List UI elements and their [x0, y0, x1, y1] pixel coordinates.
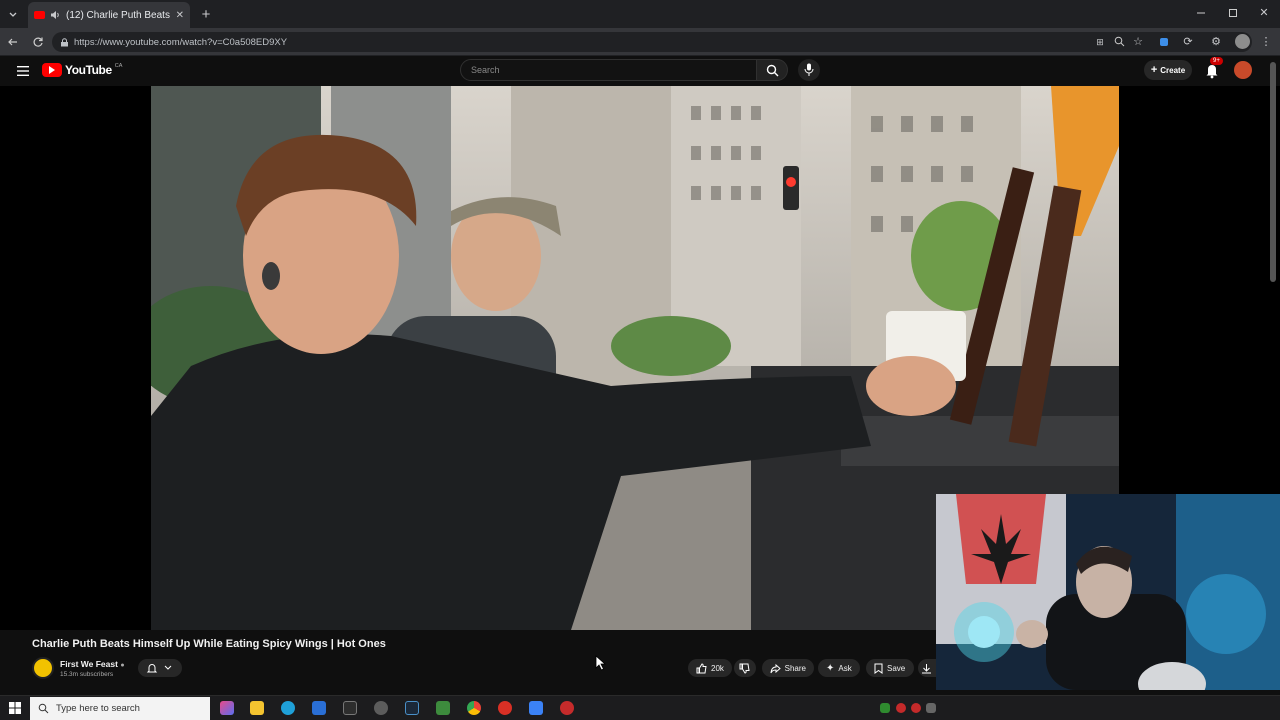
windows-taskbar: Type here to search	[0, 695, 1280, 720]
share-button[interactable]: Share	[762, 659, 814, 677]
save-label: Save	[887, 663, 906, 673]
verified-icon: ●	[120, 662, 125, 669]
back-icon[interactable]	[6, 35, 20, 49]
download-icon	[922, 663, 931, 673]
reload-icon[interactable]	[31, 35, 45, 49]
new-tab-icon[interactable]: +	[198, 6, 214, 23]
dislike-button[interactable]	[734, 659, 756, 677]
app-icon-blue[interactable]	[312, 701, 326, 715]
tab-title: (12) Charlie Puth Beats Himself	[66, 9, 171, 21]
settings-gear-icon[interactable]	[374, 701, 388, 715]
youtube-header: YouTube CA + Create 9+	[0, 56, 1280, 86]
country-code: CA	[114, 63, 123, 69]
tray-icon-red-2[interactable]	[911, 703, 921, 713]
restore-icon[interactable]	[1227, 7, 1239, 19]
edge-browser-icon[interactable]	[281, 701, 295, 715]
notification-bell-icon	[146, 664, 158, 673]
zoom-icon[interactable]	[1113, 35, 1125, 47]
tray-icon-gray[interactable]	[926, 703, 936, 713]
page-scrollbar[interactable]	[1270, 62, 1276, 282]
like-button[interactable]: 20k	[688, 659, 732, 677]
browser-tab[interactable]: (12) Charlie Puth Beats Himself ✕	[28, 2, 190, 28]
search-icon	[766, 64, 779, 77]
url-text: https://www.youtube.com/watch?v=C0a508ED…	[74, 37, 288, 48]
profile-avatar[interactable]	[1235, 34, 1250, 49]
channel-name[interactable]: First We Feast ●	[60, 659, 125, 669]
extension-icon[interactable]	[1158, 36, 1170, 48]
apps-icon[interactable]: ⊞	[1094, 36, 1106, 48]
download-button[interactable]	[918, 659, 936, 677]
minimize-icon[interactable]	[1195, 7, 1207, 19]
ask-button[interactable]: ✦ Ask	[818, 659, 860, 677]
tray-icon-red[interactable]	[896, 703, 906, 713]
blue-app-icon[interactable]	[529, 701, 543, 715]
bookmark-star-icon[interactable]: ☆	[1132, 35, 1144, 48]
youtube-play-icon	[42, 63, 62, 77]
sparkle-icon: ✦	[826, 662, 835, 674]
chrome-icon[interactable]	[467, 701, 481, 715]
plus-icon: +	[1150, 64, 1158, 76]
steam-icon[interactable]	[405, 701, 419, 715]
tray-icon-green[interactable]	[880, 703, 890, 713]
thumbs-up-icon	[696, 662, 707, 673]
create-label: Create	[1160, 65, 1186, 75]
search-box	[460, 59, 757, 81]
voice-search-button[interactable]	[798, 59, 820, 81]
close-window-icon[interactable]: ✕	[1258, 6, 1270, 19]
account-avatar[interactable]	[1234, 61, 1252, 79]
windows-start-icon[interactable]	[9, 702, 21, 714]
ask-label: Ask	[838, 663, 852, 673]
chevron-down-icon	[164, 665, 172, 670]
extensions-puzzle-icon[interactable]: ⟳	[1182, 35, 1194, 48]
media-app-icon[interactable]	[343, 701, 357, 715]
tab-list-icon[interactable]	[6, 7, 20, 21]
save-button[interactable]: Save	[866, 659, 914, 677]
site-info-icon[interactable]	[59, 37, 69, 47]
taskbar-search-placeholder: Type here to search	[56, 703, 140, 714]
record-app-icon[interactable]	[560, 701, 574, 715]
taskbar-search-icon	[38, 703, 49, 714]
subscriber-count: 15.3m subscribers	[60, 671, 114, 678]
channel-avatar[interactable]	[32, 657, 54, 679]
hamburger-menu-icon[interactable]	[16, 64, 30, 78]
profile-sync-icon[interactable]: ⚙	[1210, 35, 1222, 48]
menu-dots-icon[interactable]: ⋮	[1260, 35, 1272, 48]
search-input[interactable]	[461, 60, 756, 80]
url-field[interactable]: https://www.youtube.com/watch?v=C0a508ED…	[52, 32, 1252, 52]
thumbs-down-icon	[739, 663, 750, 674]
youtube-wordmark: YouTube	[65, 63, 112, 77]
youtube-favicon-icon	[34, 11, 45, 19]
youtube-logo[interactable]: YouTube CA	[42, 63, 122, 77]
video-title: Charlie Puth Beats Himself Up While Eati…	[32, 638, 386, 650]
search-button[interactable]	[756, 59, 788, 81]
audio-playing-icon[interactable]	[50, 10, 61, 20]
like-count: 20k	[711, 663, 724, 673]
subscription-button[interactable]	[138, 659, 182, 677]
minecraft-icon[interactable]	[436, 701, 450, 715]
file-explorer-icon[interactable]	[250, 701, 264, 715]
microphone-icon	[804, 63, 814, 76]
notification-count-badge: 9+	[1210, 57, 1223, 65]
taskbar-search-box[interactable]: Type here to search	[30, 697, 210, 720]
mouse-cursor-icon	[595, 655, 607, 671]
webcam-overlay	[936, 494, 1280, 690]
channel-name-text: First We Feast	[60, 659, 118, 669]
close-tab-icon[interactable]: ✕	[176, 10, 184, 21]
webcam-feed-image	[936, 494, 1280, 690]
create-button[interactable]: + Create	[1144, 60, 1192, 80]
bookmark-icon	[874, 663, 883, 674]
copilot-icon[interactable]	[220, 701, 234, 715]
browser-tab-bar: (12) Charlie Puth Beats Himself ✕ + ✕	[0, 0, 1280, 28]
share-icon	[770, 663, 781, 673]
share-label: Share	[784, 663, 806, 673]
address-bar-row: https://www.youtube.com/watch?v=C0a508ED…	[0, 28, 1280, 56]
red-app-icon[interactable]	[498, 701, 512, 715]
